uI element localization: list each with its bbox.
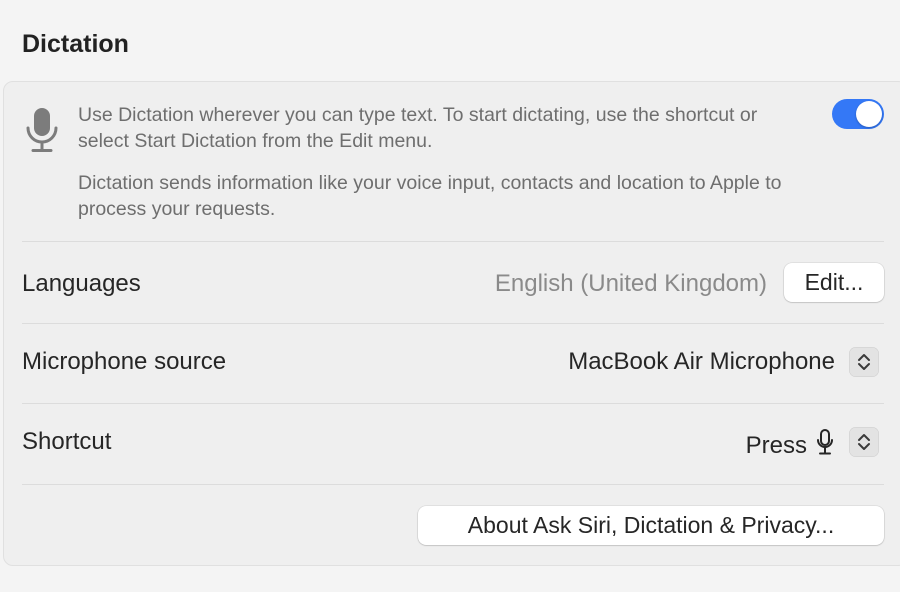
dictation-privacy-note: Dictation sends information like your vo… <box>78 172 782 220</box>
divider <box>22 323 884 324</box>
chevron-updown-icon <box>858 434 870 450</box>
about-siri-dictation-privacy-button[interactable]: About Ask Siri, Dictation & Privacy... <box>418 506 884 545</box>
divider <box>22 484 884 485</box>
shortcut-value: Press <box>745 431 807 459</box>
chevron-updown-icon <box>858 354 870 370</box>
languages-label: Languages <box>22 270 141 297</box>
divider <box>22 241 884 242</box>
dictation-description: Use Dictation wherever you can type text… <box>78 104 758 152</box>
microphone-source-stepper[interactable] <box>849 347 879 377</box>
shortcut-popup[interactable]: Press <box>746 428 835 463</box>
shortcut-stepper[interactable] <box>849 427 879 457</box>
section-title: Dictation <box>22 30 129 58</box>
shortcut-label: Shortcut <box>22 428 112 455</box>
microphone-source-label: Microphone source <box>22 348 227 375</box>
divider <box>22 403 884 404</box>
microphone-key-icon <box>815 428 835 463</box>
edit-languages-button[interactable]: Edit... <box>784 263 884 302</box>
microphone-source-popup[interactable]: MacBook Air Microphone <box>568 348 835 376</box>
microphone-source-value: MacBook Air Microphone <box>568 348 835 375</box>
dictation-toggle[interactable] <box>832 99 884 129</box>
toggle-knob <box>856 101 882 127</box>
microphone-icon <box>22 105 62 155</box>
languages-value: English (United Kingdom) <box>494 270 767 297</box>
dictation-settings-page: Dictation Use Dictation wherever you can… <box>0 0 900 592</box>
